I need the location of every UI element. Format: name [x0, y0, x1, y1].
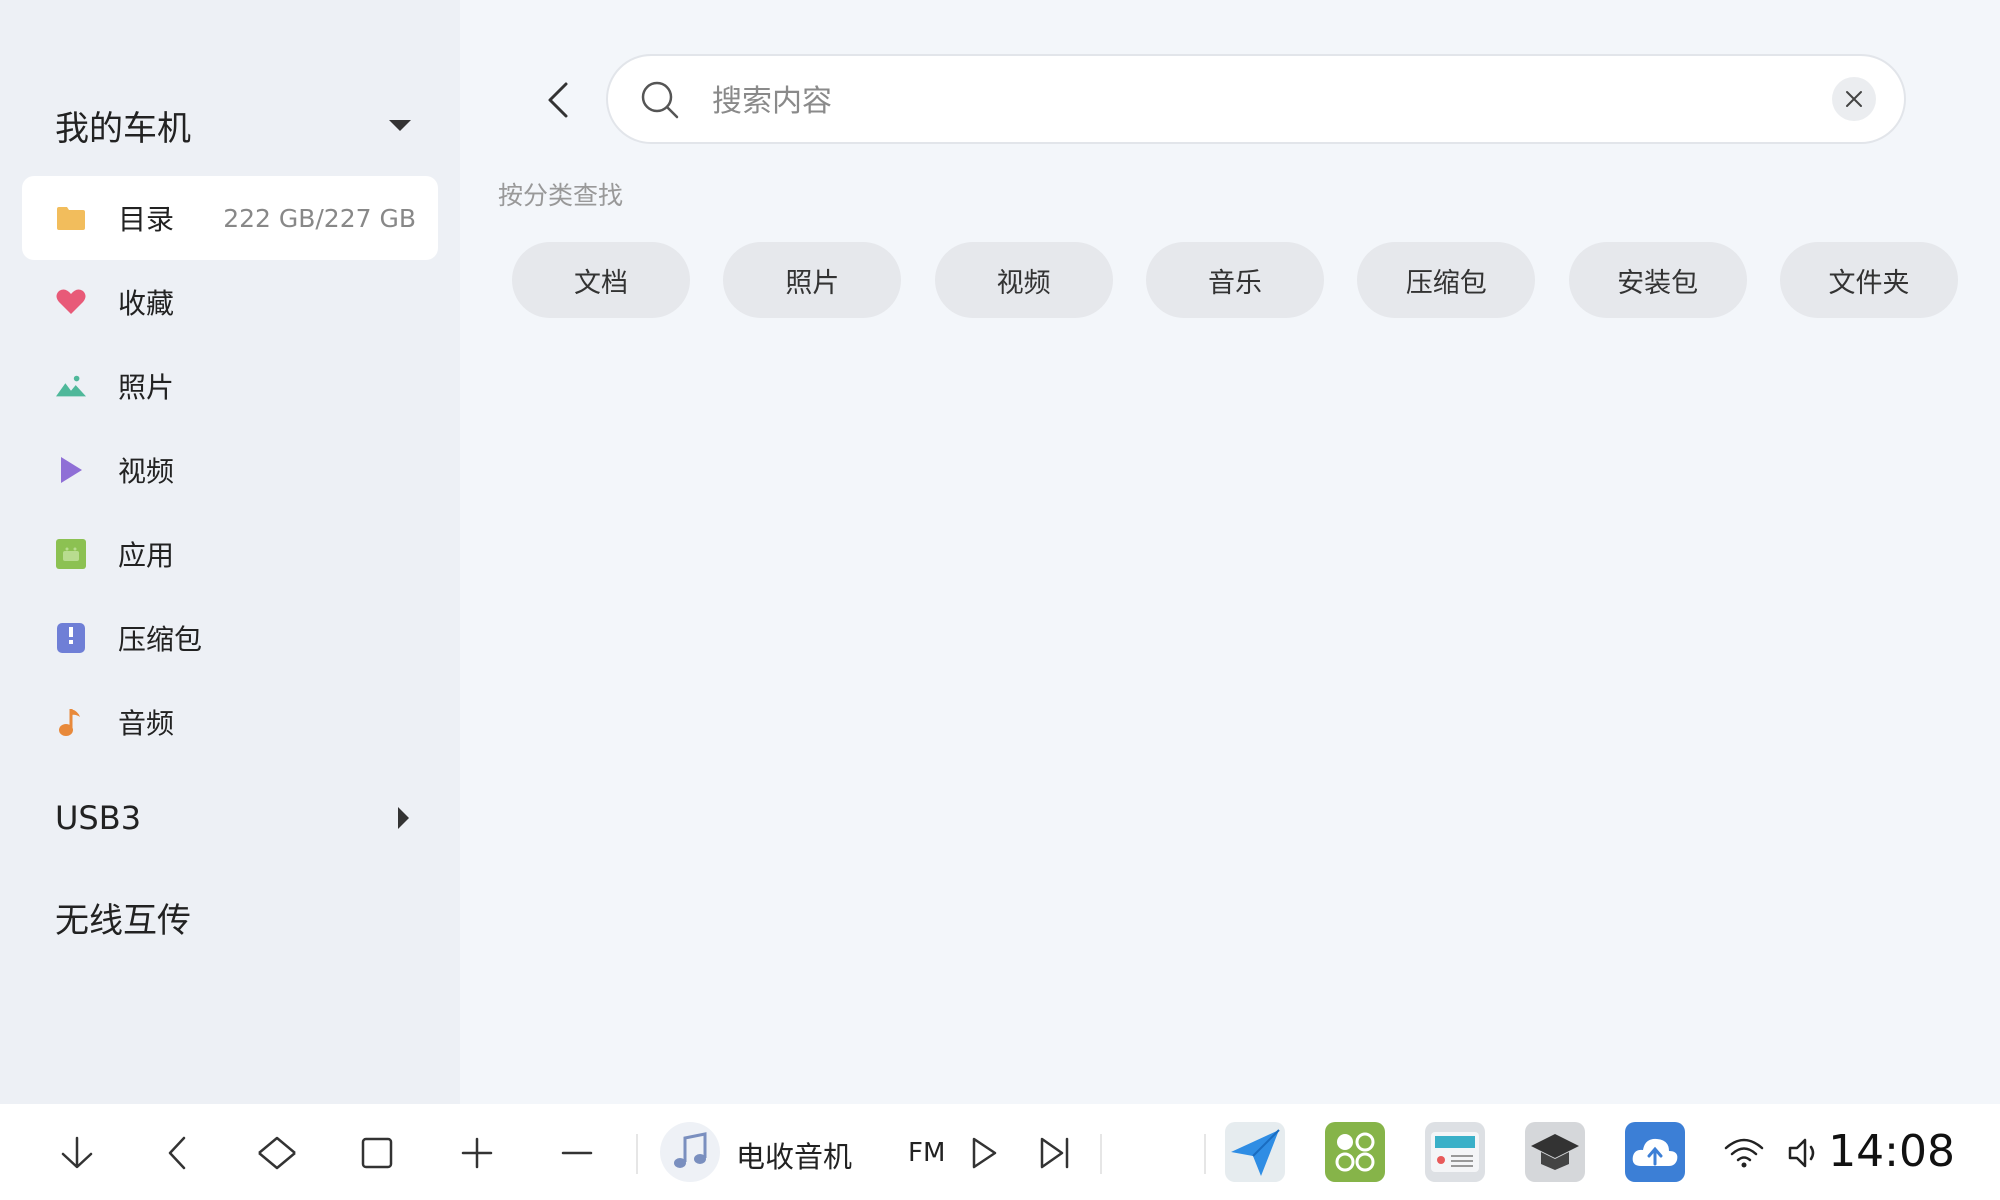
chip-music[interactable]: 音乐 — [1145, 242, 1324, 318]
recent-apps-button[interactable] — [352, 1128, 402, 1178]
storage-usage: 222 GB/227 GB — [223, 203, 416, 233]
sidebar: 我的车机 目录 222 GB/227 GB 收藏 照片 视频 应用 压缩包 音频… — [0, 0, 460, 1104]
app-center-icon[interactable] — [1325, 1122, 1385, 1182]
wifi-icon — [1724, 1138, 1764, 1168]
sidebar-item-label: 视频 — [118, 455, 175, 488]
education-app-icon[interactable] — [1525, 1122, 1585, 1182]
sidebar-item-favorites[interactable]: 收藏 — [22, 260, 438, 344]
navigation-app-icon[interactable] — [1225, 1122, 1285, 1182]
divider — [636, 1134, 638, 1174]
volume-status[interactable] — [1780, 1128, 1830, 1178]
search-icon — [641, 81, 679, 119]
main-content: 按分类查找 文档 照片 视频 音乐 压缩包 安装包 文件夹 — [460, 0, 2000, 1104]
chevron-left-icon — [548, 82, 568, 118]
chip-archives[interactable]: 压缩包 — [1357, 242, 1536, 318]
device-title: 我的车机 — [55, 108, 191, 149]
category-section-title: 按分类查找 — [498, 181, 624, 210]
media-title: 电收音机 — [736, 1140, 853, 1174]
wireless-transfer[interactable]: 无线互传 — [55, 893, 191, 942]
sidebar-item-apps[interactable]: 应用 — [22, 512, 438, 596]
folder-icon — [56, 203, 86, 233]
square-icon — [361, 1137, 393, 1169]
chip-videos[interactable]: 视频 — [934, 242, 1113, 318]
chip-documents[interactable]: 文档 — [512, 242, 690, 318]
archive-icon — [56, 623, 86, 653]
sidebar-item-photos[interactable]: 照片 — [22, 344, 438, 428]
skip-next-icon — [1040, 1137, 1069, 1169]
screen: 我的车机 目录 222 GB/227 GB 收藏 照片 视频 应用 压缩包 音频… — [0, 0, 2000, 1200]
expand-caret-icon[interactable] — [389, 119, 411, 131]
radio-app-icon[interactable] — [1425, 1122, 1485, 1182]
home-button[interactable] — [252, 1128, 302, 1178]
sidebar-item-label: 应用 — [118, 539, 175, 572]
usb-device-header[interactable]: USB3 — [55, 788, 415, 848]
play-icon — [56, 455, 86, 485]
image-icon — [56, 371, 86, 401]
volume-up-button[interactable] — [452, 1128, 502, 1178]
clear-search-button[interactable] — [1832, 77, 1876, 121]
sidebar-item-label: 目录 — [118, 203, 175, 236]
chevron-down-icon — [61, 1136, 93, 1169]
heart-icon — [56, 287, 86, 317]
nav-list: 目录 222 GB/227 GB 收藏 照片 视频 应用 压缩包 音频 — [22, 176, 438, 764]
hide-bar-button[interactable] — [52, 1128, 102, 1178]
sidebar-item-directory[interactable]: 目录 222 GB/227 GB — [22, 176, 438, 260]
sidebar-item-audio[interactable]: 音频 — [22, 680, 438, 764]
usb-title: USB3 — [55, 799, 142, 837]
music-note-icon — [56, 707, 86, 737]
sidebar-item-videos[interactable]: 视频 — [22, 428, 438, 512]
minus-icon — [561, 1151, 593, 1155]
ota-update-icon[interactable] — [1625, 1122, 1685, 1182]
android-icon — [56, 539, 86, 569]
nav-back-button[interactable] — [152, 1128, 202, 1178]
taskbar: 电收音机 FM 14:08 — [0, 1104, 2000, 1200]
next-track-button[interactable] — [1030, 1128, 1080, 1178]
wifi-status[interactable] — [1719, 1128, 1769, 1178]
chip-folders[interactable]: 文件夹 — [1779, 242, 1958, 318]
sidebar-item-label: 照片 — [118, 371, 175, 404]
back-button[interactable] — [532, 78, 582, 122]
volume-down-button[interactable] — [552, 1128, 602, 1178]
play-icon — [972, 1137, 997, 1169]
device-header[interactable]: 我的车机 — [55, 95, 415, 155]
expand-caret-icon[interactable] — [398, 807, 409, 829]
music-note-icon — [674, 1132, 707, 1168]
divider — [1100, 1134, 1102, 1174]
divider — [1204, 1134, 1206, 1174]
media-artwork[interactable] — [660, 1122, 720, 1182]
clock: 14:08 — [1828, 1126, 1955, 1177]
play-button[interactable] — [959, 1128, 1009, 1178]
sidebar-item-label: 压缩包 — [118, 623, 203, 656]
chip-installers[interactable]: 安装包 — [1568, 242, 1747, 318]
search-box[interactable] — [606, 54, 1906, 144]
search-input[interactable] — [710, 74, 1764, 128]
sidebar-item-label: 收藏 — [118, 287, 175, 320]
speaker-icon — [1788, 1138, 1815, 1168]
chevron-left-icon — [168, 1136, 186, 1170]
category-chips: 文档 照片 视频 音乐 压缩包 安装包 文件夹 — [512, 242, 1958, 318]
media-subtitle: FM — [908, 1138, 946, 1168]
close-icon — [1846, 91, 1862, 107]
plus-icon — [461, 1137, 493, 1169]
chip-photos[interactable]: 照片 — [723, 242, 902, 318]
home-diamond-icon — [258, 1136, 296, 1170]
sidebar-item-archives[interactable]: 压缩包 — [22, 596, 438, 680]
sidebar-item-label: 音频 — [118, 707, 175, 740]
